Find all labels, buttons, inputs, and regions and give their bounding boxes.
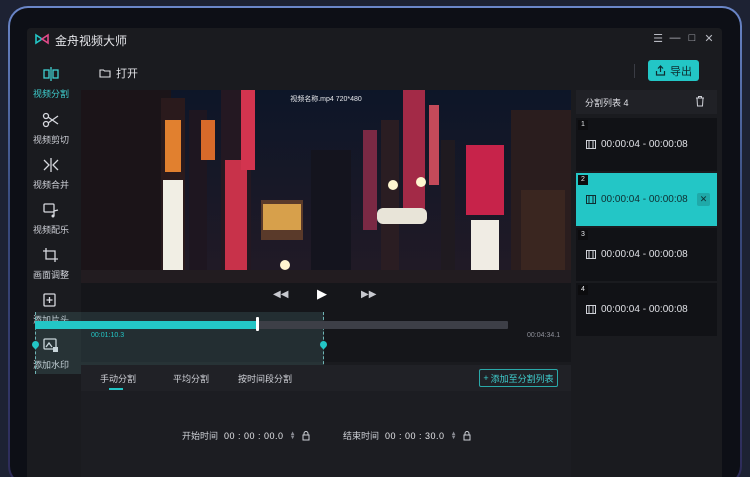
export-button-label: 导出 — [670, 65, 692, 78]
total-time: 00:04:34.1 — [527, 332, 561, 339]
app-window: 金舟视频大师 ☰ — □ ✕ 视频分割 视频剪切 视频合并 视频配乐 画面调整 … — [27, 28, 722, 477]
trash-icon[interactable] — [694, 95, 706, 107]
open-button[interactable]: 打开 — [99, 65, 138, 81]
forward-button[interactable]: ▶▶ — [361, 289, 376, 300]
segment-index: 2 — [578, 175, 588, 185]
tab-time-segment-split[interactable]: 按时间段分割 — [238, 372, 292, 385]
timeline-track[interactable] — [35, 321, 508, 329]
video-frame-image — [81, 90, 571, 283]
timeline-playhead[interactable] — [256, 317, 260, 331]
folder-icon — [99, 69, 111, 78]
open-button-label: 打开 — [116, 68, 138, 80]
tab-manual-split[interactable]: 手动分割 — [100, 372, 136, 385]
split-list-item[interactable]: 1 00:00:04 - 00:00:08 — [576, 118, 717, 171]
segment-index: 1 — [578, 120, 588, 130]
timeline-progress — [35, 321, 258, 329]
video-file-info: 视频名称.mp4 720*480 — [290, 96, 362, 103]
split-list-item[interactable]: 4 00:00:04 - 00:00:08 — [576, 283, 717, 336]
scissors-icon — [42, 112, 59, 128]
remove-segment-button[interactable]: ✕ — [697, 193, 710, 206]
film-icon — [586, 140, 596, 149]
start-time-label: 开始时间 — [182, 431, 219, 441]
add-button-label: 添加至分割列表 — [490, 373, 554, 384]
segment-index: 4 — [578, 285, 588, 295]
add-to-split-list-button[interactable]: + 添加至分割列表 — [479, 369, 558, 387]
sidebar-item-video-split[interactable]: 视频分割 — [27, 62, 75, 106]
active-tab-indicator — [109, 388, 123, 390]
sidebar-item-label: 视频剪切 — [32, 135, 69, 145]
segment-range: 00:00:04 - 00:00:08 — [601, 249, 688, 260]
current-time: 00:01:10.3 — [91, 332, 125, 339]
title-bar: 金舟视频大师 ☰ — □ ✕ — [27, 28, 722, 50]
tab-average-split[interactable]: 平均分割 — [173, 372, 209, 385]
sidebar-item-video-merge[interactable]: 视频合并 — [27, 153, 75, 197]
split-list-panel: 分割列表 4 1 00:00:04 - 00:00:08 2 00:00:04 … — [576, 90, 717, 477]
segment-index: 3 — [578, 230, 588, 240]
split-list-item-selected[interactable]: 2 00:00:04 - 00:00:08 ✕ — [576, 173, 717, 226]
split-list-title: 分割列表 4 — [585, 98, 629, 108]
split-list-item[interactable]: 3 00:00:04 - 00:00:08 — [576, 228, 717, 281]
end-time-label: 结束时间 — [343, 431, 380, 441]
sidebar-item-video-music[interactable]: 视频配乐 — [27, 198, 75, 242]
play-button[interactable]: ▶ — [317, 286, 327, 302]
sidebar-item-label: 画面调整 — [32, 270, 69, 280]
sidebar-item-video-cut[interactable]: 视频剪切 — [27, 108, 75, 152]
app-logo-icon — [35, 33, 49, 45]
split-list-header: 分割列表 4 — [576, 90, 717, 114]
film-icon — [586, 250, 596, 259]
sidebar-item-image-adjust[interactable]: 画面调整 — [27, 243, 75, 287]
split-mode-tabs: 手动分割 平均分割 按时间段分割 + 添加至分割列表 — [81, 365, 571, 391]
toolbar-divider — [634, 64, 635, 78]
end-time-input[interactable]: 00 : 00 : 30.0 — [385, 431, 445, 441]
video-preview: 视频名称.mp4 720*480 — [81, 90, 571, 283]
film-icon — [586, 195, 596, 204]
maximize-button[interactable]: □ — [685, 32, 699, 44]
segment-range: 00:00:04 - 00:00:08 — [601, 304, 688, 315]
crop-icon — [43, 248, 58, 262]
sidebar-item-label: 视频合并 — [32, 180, 69, 190]
lock-icon[interactable] — [302, 430, 310, 441]
plus-icon: + — [483, 373, 489, 383]
start-time-field: 开始时间 00 : 00 : 00.0 ▲ ▼ — [182, 429, 310, 442]
export-button[interactable]: 导出 — [648, 60, 699, 81]
split-settings-panel: 开始时间 00 : 00 : 00.0 ▲ ▼ 结束时间 00 : 00 : 30… — [81, 391, 571, 477]
rewind-button[interactable]: ◀◀ — [273, 289, 288, 300]
sidebar-item-label: 视频分割 — [32, 89, 69, 99]
end-time-stepper[interactable]: ▲ ▼ — [451, 431, 457, 441]
add-intro-icon — [43, 293, 56, 307]
film-icon — [586, 305, 596, 314]
merge-icon — [43, 158, 59, 172]
end-time-field: 结束时间 00 : 00 : 30.0 ▲ ▼ — [343, 429, 471, 442]
close-button[interactable]: ✕ — [702, 32, 716, 45]
toolbar: 打开 — [81, 58, 571, 88]
lock-icon[interactable] — [463, 430, 471, 441]
start-time-input[interactable]: 00 : 00 : 00.0 — [224, 431, 284, 441]
segment-range: 00:00:04 - 00:00:08 — [601, 194, 688, 205]
sidebar: 视频分割 视频剪切 视频合并 视频配乐 画面调整 添加片头 添加水印 — [27, 56, 75, 477]
sidebar-item-label: 视频配乐 — [32, 225, 69, 235]
app-title: 金舟视频大师 — [55, 34, 128, 48]
menu-icon[interactable]: ☰ — [651, 32, 665, 45]
export-icon — [655, 65, 666, 76]
music-icon — [43, 203, 59, 218]
split-icon — [43, 67, 59, 81]
start-time-stepper[interactable]: ▲ ▼ — [290, 431, 296, 441]
segment-range: 00:00:04 - 00:00:08 — [601, 139, 688, 150]
minimize-button[interactable]: — — [668, 32, 682, 44]
